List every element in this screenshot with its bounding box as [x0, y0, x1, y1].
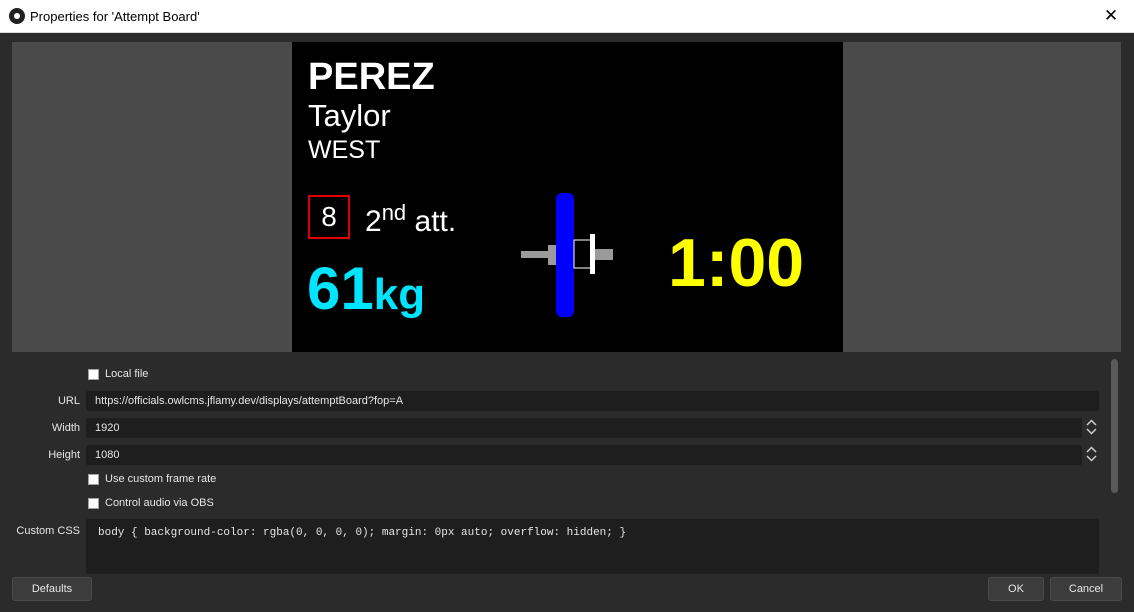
close-button[interactable]: ✕	[1088, 0, 1134, 32]
athlete-team: WEST	[308, 136, 381, 164]
attempt-clock: 1:00	[668, 225, 805, 301]
control-audio-option[interactable]: Control audio via OBS	[88, 497, 214, 509]
athlete-last-name: PEREZ	[308, 56, 435, 98]
barbell-icon	[521, 193, 613, 317]
bar-center-gap	[573, 239, 592, 269]
chevron-down-icon[interactable]	[1084, 427, 1099, 436]
custom-frame-rate-option[interactable]: Use custom frame rate	[88, 473, 216, 485]
width-label: Width	[51, 422, 80, 434]
attempt-indicator: 2nd att.	[365, 200, 456, 239]
custom-css-editor[interactable]: body { background-color: rgba(0, 0, 0, 0…	[86, 519, 1099, 574]
control-audio-checkbox[interactable]	[88, 497, 99, 509]
start-number-box: 8	[308, 195, 350, 239]
cancel-button[interactable]: Cancel	[1050, 577, 1122, 601]
weight-plate	[556, 193, 574, 317]
custom-frame-rate-checkbox[interactable]	[88, 473, 99, 485]
control-audio-label: Control audio via OBS	[105, 497, 214, 509]
weight-unit: kg	[373, 270, 426, 319]
local-file-checkbox[interactable]	[88, 368, 99, 380]
weight-value: 61	[307, 255, 374, 322]
url-label: URL	[57, 395, 80, 407]
height-input[interactable]: 1080	[86, 445, 1082, 465]
local-file-label: Local file	[105, 368, 149, 380]
defaults-button[interactable]: Defaults	[12, 577, 92, 601]
height-spinner[interactable]	[1084, 445, 1099, 465]
attempt-ordinal-suffix: nd	[381, 200, 407, 225]
bar-sleeve-left	[521, 251, 551, 258]
obs-app-icon	[9, 8, 25, 24]
width-spinner[interactable]	[1084, 418, 1099, 438]
attempt-number: 2	[365, 205, 382, 238]
chevron-up-icon[interactable]	[1084, 445, 1099, 454]
width-input[interactable]: 1920	[86, 418, 1082, 438]
window-title: Properties for 'Attempt Board'	[30, 9, 200, 24]
attempt-board-preview: PEREZ Taylor WEST 8 2nd att. 61kg 1:00	[292, 42, 843, 352]
bar-clip	[590, 234, 595, 274]
requested-weight: 61kg	[307, 254, 425, 323]
custom-frame-rate-label: Use custom frame rate	[105, 473, 217, 485]
start-number: 8	[321, 201, 337, 232]
bar-collar-left	[548, 245, 556, 265]
athlete-first-name: Taylor	[308, 98, 391, 133]
local-file-option[interactable]: Local file	[88, 368, 148, 380]
ok-button[interactable]: OK	[988, 577, 1044, 601]
url-input[interactable]: https://officials.owlcms.jflamy.dev/disp…	[86, 391, 1099, 411]
chevron-down-icon[interactable]	[1084, 454, 1099, 463]
chevron-up-icon[interactable]	[1084, 418, 1099, 427]
height-label: Height	[48, 449, 80, 461]
custom-css-label: Custom CSS	[16, 525, 80, 537]
title-bar: Properties for 'Attempt Board' ✕	[0, 0, 1134, 33]
attempt-label: att.	[414, 205, 457, 238]
bar-sleeve-right	[595, 249, 613, 260]
scrollbar-thumb[interactable]	[1111, 359, 1118, 493]
